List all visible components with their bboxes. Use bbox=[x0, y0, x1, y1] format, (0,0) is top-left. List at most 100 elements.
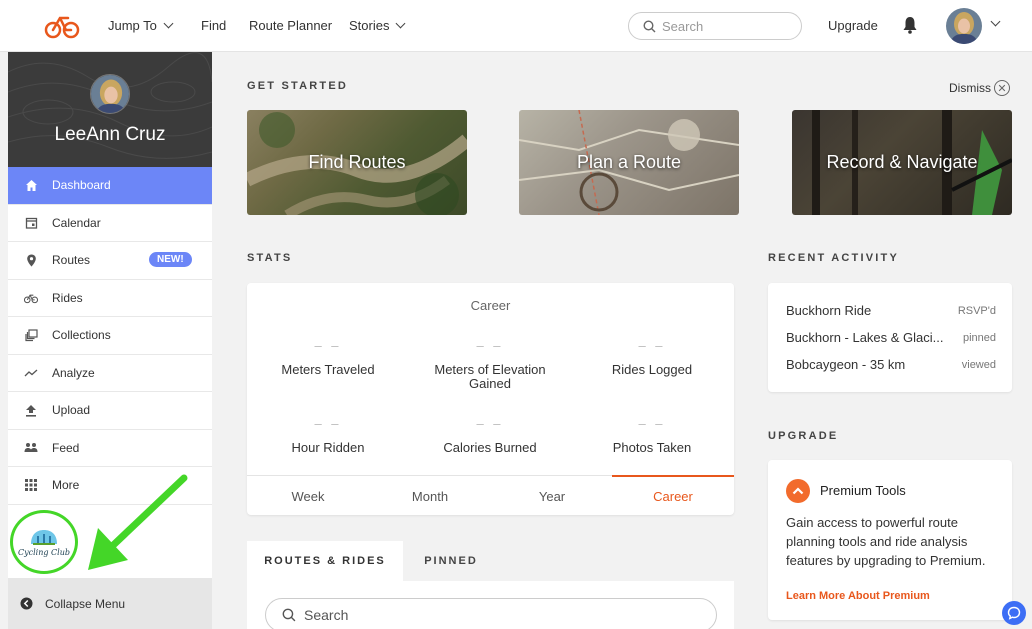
stat-photos-taken: – – Photos Taken bbox=[577, 416, 727, 455]
route-planner-link[interactable]: Route Planner bbox=[249, 18, 332, 33]
tab-pinned[interactable]: PINNED bbox=[403, 541, 499, 581]
collapse-menu-label: Collapse Menu bbox=[45, 596, 126, 611]
tab-career[interactable]: Career bbox=[612, 475, 734, 515]
chevron-down-icon bbox=[396, 18, 406, 29]
sidebar-item-routes[interactable]: Routes NEW! bbox=[8, 242, 212, 280]
sidebar: LeeAnn Cruz Dashboard Calendar Routes NE… bbox=[8, 52, 212, 629]
sidebar-item-label: More bbox=[52, 478, 80, 493]
club-logo-text: Cycling Club bbox=[17, 547, 70, 557]
avatar-photo bbox=[91, 75, 129, 113]
collapse-arrow-icon bbox=[20, 597, 33, 610]
find-link[interactable]: Find bbox=[201, 18, 226, 33]
sidebar-item-calendar[interactable]: Calendar bbox=[8, 205, 212, 242]
stats-heading: STATS bbox=[247, 252, 293, 264]
upload-icon bbox=[24, 403, 38, 417]
recent-item[interactable]: Bobcaygeon - 35 km viewed bbox=[786, 357, 996, 372]
sidebar-item-label: Rides bbox=[52, 290, 83, 305]
sidebar-item-collections[interactable]: Collections bbox=[8, 317, 212, 355]
plan-route-card[interactable]: Plan a Route bbox=[519, 110, 739, 215]
stat-value: – – bbox=[314, 416, 342, 431]
tab-routes-rides[interactable]: ROUTES & RIDES bbox=[247, 541, 403, 581]
learn-more-premium-link[interactable]: Learn More About Premium bbox=[786, 590, 930, 602]
bell-icon[interactable] bbox=[902, 16, 918, 34]
recent-item[interactable]: Buckhorn Ride RSVP'd bbox=[786, 303, 996, 318]
stories-label: Stories bbox=[349, 18, 390, 33]
stat-meters-traveled: – – Meters Traveled bbox=[253, 338, 403, 377]
find-routes-card[interactable]: Find Routes bbox=[247, 110, 467, 215]
stats-period-title: Career bbox=[470, 298, 511, 313]
find-routes-label: Find Routes bbox=[308, 152, 406, 172]
record-navigate-card[interactable]: Record & Navigate bbox=[792, 110, 1012, 215]
stories-menu[interactable]: Stories bbox=[349, 18, 406, 33]
home-icon bbox=[24, 178, 38, 192]
upgrade-heading: UPGRADE bbox=[768, 430, 839, 442]
new-badge: NEW! bbox=[149, 252, 192, 267]
sidebar-item-analyze[interactable]: Analyze bbox=[8, 355, 212, 392]
record-navigate-label: Record & Navigate bbox=[826, 152, 978, 172]
jump-to-menu[interactable]: Jump To bbox=[108, 18, 174, 33]
routes-rides-panel: Search bbox=[247, 581, 734, 629]
upgrade-link[interactable]: Upgrade bbox=[828, 18, 878, 33]
stat-calories-burned: – – Calories Burned bbox=[415, 416, 565, 455]
sidebar-item-feed[interactable]: Feed bbox=[8, 430, 212, 467]
sidebar-menu: Dashboard Calendar Routes NEW! Rides Col… bbox=[8, 167, 212, 505]
stat-label: Calories Burned bbox=[443, 440, 537, 455]
recent-item-status: RSVP'd bbox=[957, 304, 996, 317]
recent-item-status: pinned bbox=[962, 331, 996, 344]
recent-activity-heading: RECENT ACTIVITY bbox=[768, 252, 899, 264]
profile-name: LeeAnn Cruz bbox=[54, 124, 166, 145]
collapse-menu-button[interactable]: Collapse Menu bbox=[8, 578, 212, 629]
stat-value: – – bbox=[476, 338, 504, 353]
profile-avatar[interactable] bbox=[90, 74, 130, 114]
premium-tools-card: Premium Tools Gain access to powerful ro… bbox=[768, 460, 1012, 620]
chevron-down-icon bbox=[163, 18, 174, 29]
close-icon: ✕ bbox=[994, 80, 1010, 96]
tab-year[interactable]: Year bbox=[491, 476, 613, 516]
grid-icon bbox=[24, 478, 38, 492]
tab-month[interactable]: Month bbox=[369, 476, 491, 516]
sidebar-item-label: Analyze bbox=[52, 365, 95, 380]
stat-value: – – bbox=[476, 416, 504, 431]
tab-week[interactable]: Week bbox=[247, 476, 369, 516]
sidebar-item-upload[interactable]: Upload bbox=[8, 392, 212, 430]
cycling-club-logo[interactable]: Cycling Club bbox=[10, 510, 78, 574]
chevron-down-icon[interactable] bbox=[990, 16, 1001, 27]
plan-route-label: Plan a Route bbox=[576, 152, 682, 172]
sidebar-item-label: Calendar bbox=[52, 215, 101, 230]
sidebar-item-rides[interactable]: Rides bbox=[8, 280, 212, 317]
profile-header: LeeAnn Cruz bbox=[8, 52, 212, 167]
recent-item-title: Buckhorn - Lakes & Glaci... bbox=[786, 330, 944, 345]
search-icon bbox=[643, 19, 656, 32]
routes-search-input[interactable]: Search bbox=[265, 598, 717, 629]
bike-icon bbox=[24, 291, 38, 305]
sidebar-item-dashboard[interactable]: Dashboard bbox=[8, 167, 212, 205]
search-icon bbox=[282, 608, 296, 622]
recent-item[interactable]: Buckhorn - Lakes & Glaci... pinned bbox=[786, 330, 996, 345]
logo-bike-icon[interactable] bbox=[44, 12, 80, 40]
stats-period-tabs: Week Month Year Career bbox=[247, 475, 734, 515]
sidebar-item-label: Collections bbox=[52, 328, 111, 343]
recent-activity-card: Buckhorn Ride RSVP'd Buckhorn - Lakes & … bbox=[768, 283, 1012, 392]
chat-support-button[interactable] bbox=[1002, 601, 1026, 625]
stat-label: Rides Logged bbox=[611, 362, 693, 377]
stat-elevation-gained: – – Meters of Elevation Gained bbox=[415, 338, 565, 391]
calendar-icon bbox=[24, 216, 38, 230]
stat-value: – – bbox=[638, 416, 666, 431]
dismiss-label: Dismiss bbox=[949, 81, 991, 95]
feed-icon bbox=[24, 441, 38, 455]
sidebar-item-label: Feed bbox=[52, 440, 80, 455]
sidebar-item-label: Upload bbox=[52, 403, 91, 418]
premium-chevron-icon bbox=[786, 479, 810, 503]
analyze-icon bbox=[24, 366, 38, 380]
stat-hours-ridden: – – Hour Ridden bbox=[253, 416, 403, 455]
top-navigation: Jump To Find Route Planner Stories Searc… bbox=[0, 0, 1032, 52]
upgrade-label: Upgrade bbox=[828, 18, 878, 33]
user-avatar[interactable] bbox=[946, 8, 982, 44]
recent-item-title: Buckhorn Ride bbox=[786, 303, 872, 318]
routes-search-placeholder: Search bbox=[304, 607, 349, 623]
top-search-input[interactable]: Search bbox=[628, 12, 802, 40]
avatar-photo bbox=[946, 8, 982, 44]
stat-rides-logged: – – Rides Logged bbox=[577, 338, 727, 377]
map-pin-icon bbox=[24, 253, 38, 267]
dismiss-button[interactable]: Dismiss ✕ bbox=[949, 80, 1010, 96]
